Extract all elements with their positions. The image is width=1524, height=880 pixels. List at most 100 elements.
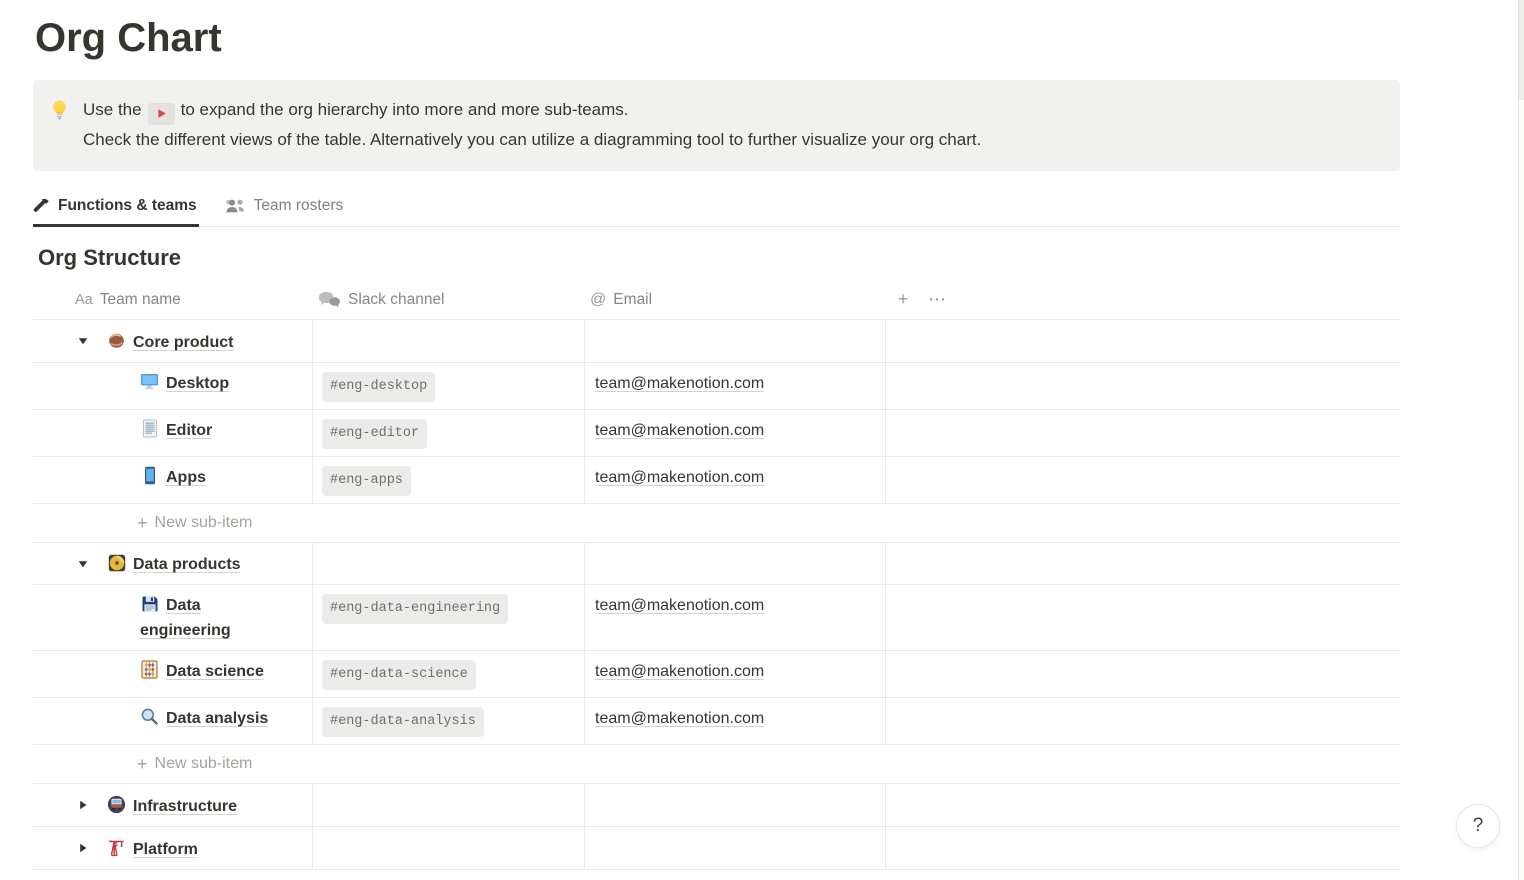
table-header-row: Aa Team name Slack channel @ Email + ⋯ <box>33 280 1400 320</box>
email-cell[interactable]: team@makenotion.com <box>585 585 886 651</box>
email-link[interactable]: team@makenotion.com <box>595 663 764 680</box>
minidisc-emoji <box>107 554 126 572</box>
team-name-cell[interactable]: Editor <box>33 410 313 457</box>
tab-functions-and-teams[interactable]: Functions & teams <box>33 188 199 226</box>
team-name-link[interactable]: Editor <box>166 422 212 439</box>
toggle-expanded-icon[interactable] <box>71 551 95 576</box>
callout-line1: Use theto expand the org hierarchy into … <box>83 95 981 125</box>
email-cell[interactable] <box>585 543 886 585</box>
slack-channel-chip[interactable]: #eng-editor <box>322 419 427 449</box>
team-name-cell[interactable]: Data products <box>33 543 313 585</box>
team-group-row: Core product <box>33 320 1400 363</box>
scrollbar-thumb[interactable] <box>1519 0 1524 100</box>
team-name-link[interactable]: Data science <box>166 663 264 680</box>
team-name-cell[interactable]: Desktop <box>33 363 313 410</box>
slack-channel-cell[interactable]: #eng-editor <box>313 410 585 457</box>
email-cell[interactable]: team@makenotion.com <box>585 651 886 698</box>
add-column-button[interactable]: + <box>890 287 916 313</box>
tab-label: Functions & teams <box>58 197 197 215</box>
callout-line1-prefix: Use the <box>83 100 142 119</box>
empty-cell[interactable] <box>886 784 1400 827</box>
slack-channel-cell[interactable]: #eng-data-analysis <box>313 698 585 745</box>
email-link[interactable]: team@makenotion.com <box>595 710 764 727</box>
column-label: Email <box>613 291 652 309</box>
team-name-cell[interactable]: Infrastructure <box>33 784 313 827</box>
slack-channel-chip[interactable]: #eng-data-analysis <box>322 707 484 737</box>
floppy-emoji <box>140 595 159 613</box>
slack-channel-chip[interactable]: #eng-data-science <box>322 660 476 690</box>
team-name-cell[interactable]: Data analysis <box>33 698 313 745</box>
team-group-row: Platform <box>33 827 1400 870</box>
empty-cell[interactable] <box>886 827 1400 870</box>
callout-line2: Check the different views of the table. … <box>83 125 981 155</box>
email-cell[interactable]: team@makenotion.com <box>585 698 886 745</box>
metro-emoji <box>107 795 126 814</box>
people-icon <box>225 198 246 214</box>
new-sub-item-label: New sub-item <box>155 514 253 532</box>
email-cell[interactable] <box>585 827 886 870</box>
help-button[interactable]: ? <box>1456 804 1500 848</box>
empty-cell[interactable] <box>886 585 1400 651</box>
slack-channel-chip[interactable]: #eng-desktop <box>322 372 435 402</box>
page-scrollbar[interactable] <box>1518 0 1524 880</box>
slack-channel-cell[interactable]: #eng-desktop <box>313 363 585 410</box>
email-link[interactable]: team@makenotion.com <box>595 375 764 392</box>
crane-emoji <box>107 838 126 857</box>
empty-cell[interactable] <box>886 320 1400 363</box>
slack-channel-chip[interactable]: #eng-apps <box>322 466 411 496</box>
slack-channel-cell[interactable] <box>313 543 585 585</box>
email-cell[interactable]: team@makenotion.com <box>585 363 886 410</box>
slack-channel-cell[interactable] <box>313 784 585 827</box>
document-emoji <box>140 419 159 438</box>
team-name-cell[interactable]: Data engineering <box>33 585 313 651</box>
team-name-link[interactable]: Platform <box>133 841 198 858</box>
team-name-cell[interactable]: Data science <box>33 651 313 698</box>
email-cell[interactable] <box>585 784 886 827</box>
email-cell[interactable]: team@makenotion.com <box>585 457 886 504</box>
column-label: Slack channel <box>348 291 445 309</box>
team-row: Apps #eng-apps team@makenotion.com <box>33 457 1400 504</box>
new-sub-item-button[interactable]: +New sub-item <box>33 745 1400 784</box>
team-name-cell[interactable]: Apps <box>33 457 313 504</box>
toggle-collapsed-icon[interactable] <box>71 835 95 860</box>
empty-cell[interactable] <box>886 410 1400 457</box>
team-name-cell[interactable]: Platform <box>33 827 313 870</box>
email-cell[interactable]: team@makenotion.com <box>585 410 886 457</box>
slack-channel-cell[interactable]: #eng-apps <box>313 457 585 504</box>
toggle-collapsed-icon[interactable] <box>71 792 95 817</box>
toggle-expanded-icon[interactable] <box>71 328 95 353</box>
column-header-slack-channel[interactable]: Slack channel <box>313 280 585 320</box>
empty-cell[interactable] <box>886 457 1400 504</box>
team-name-link[interactable]: Apps <box>166 469 206 486</box>
email-cell[interactable] <box>585 320 886 363</box>
empty-cell[interactable] <box>886 651 1400 698</box>
column-header-team-name[interactable]: Aa Team name <box>33 280 313 320</box>
chat-bubbles-icon <box>318 291 341 308</box>
slack-channel-cell[interactable]: #eng-data-science <box>313 651 585 698</box>
email-link[interactable]: team@makenotion.com <box>595 597 764 614</box>
toggle-example-chip <box>148 103 175 125</box>
email-link[interactable]: team@makenotion.com <box>595 422 764 439</box>
team-name-link[interactable]: Desktop <box>166 375 229 392</box>
empty-cell[interactable] <box>886 543 1400 585</box>
slack-channel-cell[interactable]: #eng-data-engineering <box>313 585 585 651</box>
slack-channel-cell[interactable] <box>313 827 585 870</box>
team-name-link[interactable]: Core product <box>133 334 233 351</box>
team-name-link[interactable]: Data analysis <box>166 710 268 727</box>
tab-team-rosters[interactable]: Team rosters <box>225 188 346 226</box>
database-title: Org Structure <box>38 245 1524 271</box>
column-header-email[interactable]: @ Email <box>585 280 886 320</box>
team-name-link[interactable]: Infrastructure <box>133 798 237 815</box>
slack-channel-cell[interactable] <box>313 320 585 363</box>
lightbulb-emoji <box>49 99 70 155</box>
new-sub-item-button[interactable]: +New sub-item <box>33 504 1400 543</box>
page-title: Org Chart <box>35 12 1524 64</box>
more-options-button[interactable]: ⋯ <box>924 287 950 313</box>
empty-cell[interactable] <box>886 698 1400 745</box>
empty-cell[interactable] <box>886 363 1400 410</box>
slack-channel-chip[interactable]: #eng-data-engineering <box>322 594 508 624</box>
team-name-link[interactable]: Data products <box>133 556 241 573</box>
team-name-cell[interactable]: Core product <box>33 320 313 363</box>
phone-emoji <box>140 466 159 485</box>
email-link[interactable]: team@makenotion.com <box>595 469 764 486</box>
